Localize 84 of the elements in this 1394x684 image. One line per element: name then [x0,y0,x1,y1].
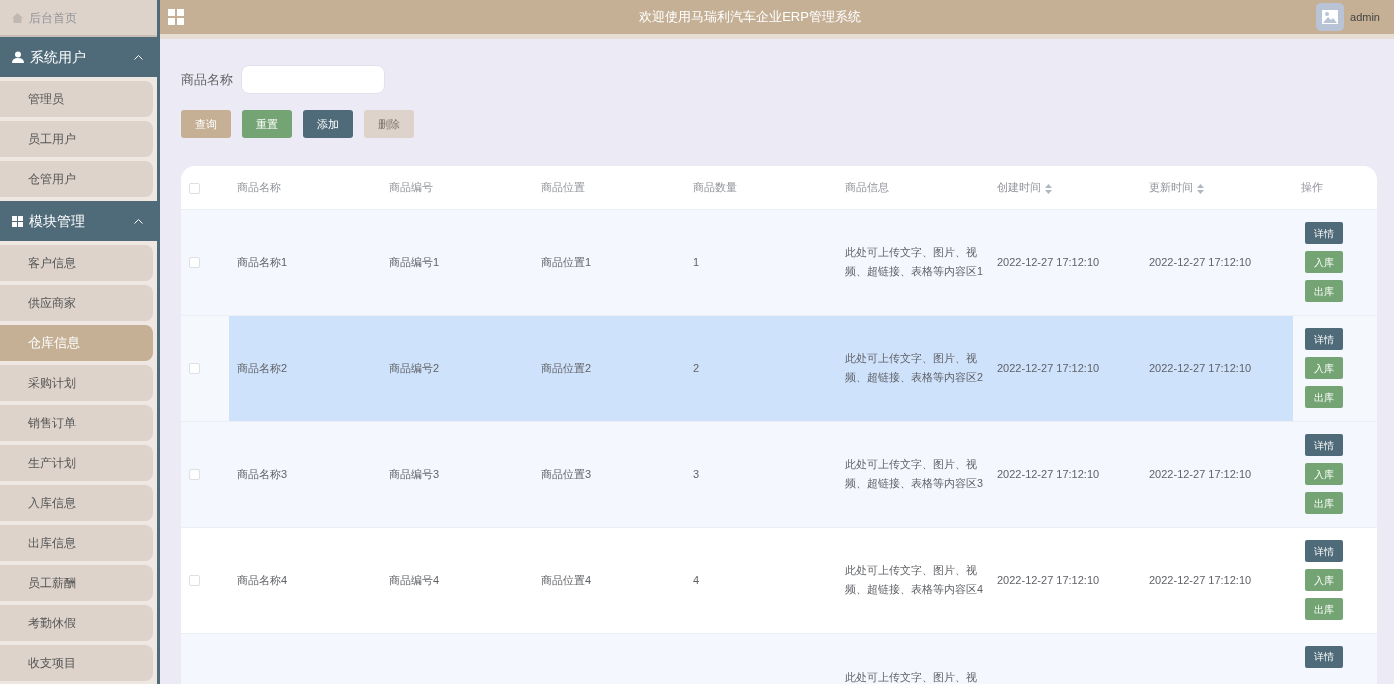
table-cell: 2022-12-27 17:12:10 [1149,573,1252,586]
in-button[interactable]: 入库 [1305,357,1343,379]
table-cell: 商品位置2 [541,361,592,374]
sidebar-item[interactable]: 员工用户 [0,121,153,157]
sidebar-item[interactable]: 员工薪酬 [0,565,153,601]
in-button[interactable]: 入库 [1305,463,1343,485]
table-cell: 2022-12-27 17:12:10 [1149,467,1252,480]
detail-button[interactable]: 详情 [1305,222,1343,244]
in-button[interactable]: 入库 [1305,251,1343,273]
table-cell: 此处可上传文字、图片、视频、超链接、表格等内容区1 [845,246,983,277]
user-name[interactable]: admin [1350,8,1380,26]
sidebar-item[interactable]: 管理员 [0,81,153,117]
column-header: 商品位置 [533,166,685,209]
table-cell: 商品名称1 [237,255,288,268]
detail-button[interactable]: 详情 [1305,645,1343,668]
table-cell: 商品编号3 [389,467,440,480]
sidebar-item[interactable]: 客户信息 [0,245,153,281]
table-cell: 商品名称2 [237,361,288,374]
sort-icon[interactable] [1197,183,1204,194]
table-cell: 2022-12-27 17:12:10 [997,255,1100,268]
detail-button[interactable]: 详情 [1305,434,1343,456]
table-cell: 商品编号2 [389,361,440,374]
table-cell: 2022-12-27 17:12:10 [1149,361,1252,374]
table-cell: 3 [693,467,700,480]
sidebar-item[interactable]: 入库信息 [0,485,153,521]
out-button[interactable]: 出库 [1305,280,1343,302]
table-cell: 商品名称3 [237,467,288,480]
menu-group[interactable]: 系统用户 [0,37,157,77]
column-header[interactable]: 创建时间 [989,166,1141,209]
detail-button[interactable]: 详情 [1305,540,1343,562]
checkbox[interactable] [189,182,200,194]
column-header: 商品编号 [381,166,533,209]
sidebar-item[interactable]: 仓管用户 [0,161,153,197]
table-cell: 此处可上传文字、图片、视频、超链接、表格等内容区3 [845,458,983,489]
sidebar-item[interactable]: 采购计划 [0,365,153,401]
table-cell: 此处可上传文字、图片、视 [845,670,977,683]
table-cell: 2022-12-27 17:12:10 [1149,255,1252,268]
table-cell: 2022-12-27 17:12:10 [997,467,1100,480]
menu-icon[interactable] [168,9,184,25]
table-cell: 4 [693,573,700,586]
avatar-icon[interactable] [1316,3,1345,31]
table-cell: 2022-12-27 17:12:10 [997,361,1100,374]
home-icon [12,12,23,23]
column-header: 商品数量 [685,166,837,209]
table-cell: 商品位置3 [541,467,592,480]
table-cell: 商品位置4 [541,573,592,586]
table-cell: 2022-12-27 17:12:10 [997,573,1100,586]
grid-icon [12,215,23,227]
sidebar-item[interactable]: 出库信息 [0,525,153,561]
out-button[interactable]: 出库 [1305,492,1343,514]
table-cell: 2 [693,361,700,374]
menu-group[interactable]: 模块管理 [0,201,157,241]
detail-button[interactable]: 详情 [1305,328,1343,350]
sidebar-item[interactable]: 考勤休假 [0,605,153,641]
table-cell: 1 [693,255,700,268]
field-label: 商品名称 [181,70,233,89]
search-field[interactable] [241,65,385,94]
column-header: 操作 [1293,166,1377,209]
in-button[interactable]: 入库 [1305,569,1343,591]
out-button[interactable]: 出库 [1305,386,1343,408]
checkbox[interactable] [189,469,200,481]
column-header[interactable]: 更新时间 [1141,166,1293,209]
table-cell: 商品名称4 [237,573,288,586]
checkbox[interactable] [189,363,200,375]
column-header: 商品名称 [229,166,381,209]
reset-button[interactable]: 重置 [242,110,292,138]
checkbox[interactable] [189,575,200,587]
table-cell: 商品位置1 [541,255,592,268]
sidebar-item[interactable]: 收支项目 [0,645,153,681]
sidebar-item[interactable]: 供应商家 [0,285,153,321]
sidebar-item[interactable]: 销售订单 [0,405,153,441]
out-button[interactable]: 出库 [1305,598,1343,620]
user-icon [12,51,24,63]
delete-button[interactable]: 删除 [364,110,414,138]
table-cell: 此处可上传文字、图片、视频、超链接、表格等内容区2 [845,352,983,383]
table-cell: 商品编号4 [389,573,440,586]
checkbox[interactable] [189,257,200,269]
add-button[interactable]: 添加 [303,110,353,138]
table-cell: 此处可上传文字、图片、视频、超链接、表格等内容区4 [845,564,983,595]
column-header: 商品信息 [837,166,989,209]
sort-icon[interactable] [1045,183,1052,194]
sidebar-item[interactable]: 生产计划 [0,445,153,481]
page-title: 欢迎使用马瑞利汽车企业ERP管理系统 [638,8,862,27]
table-cell: 商品编号1 [389,255,440,268]
